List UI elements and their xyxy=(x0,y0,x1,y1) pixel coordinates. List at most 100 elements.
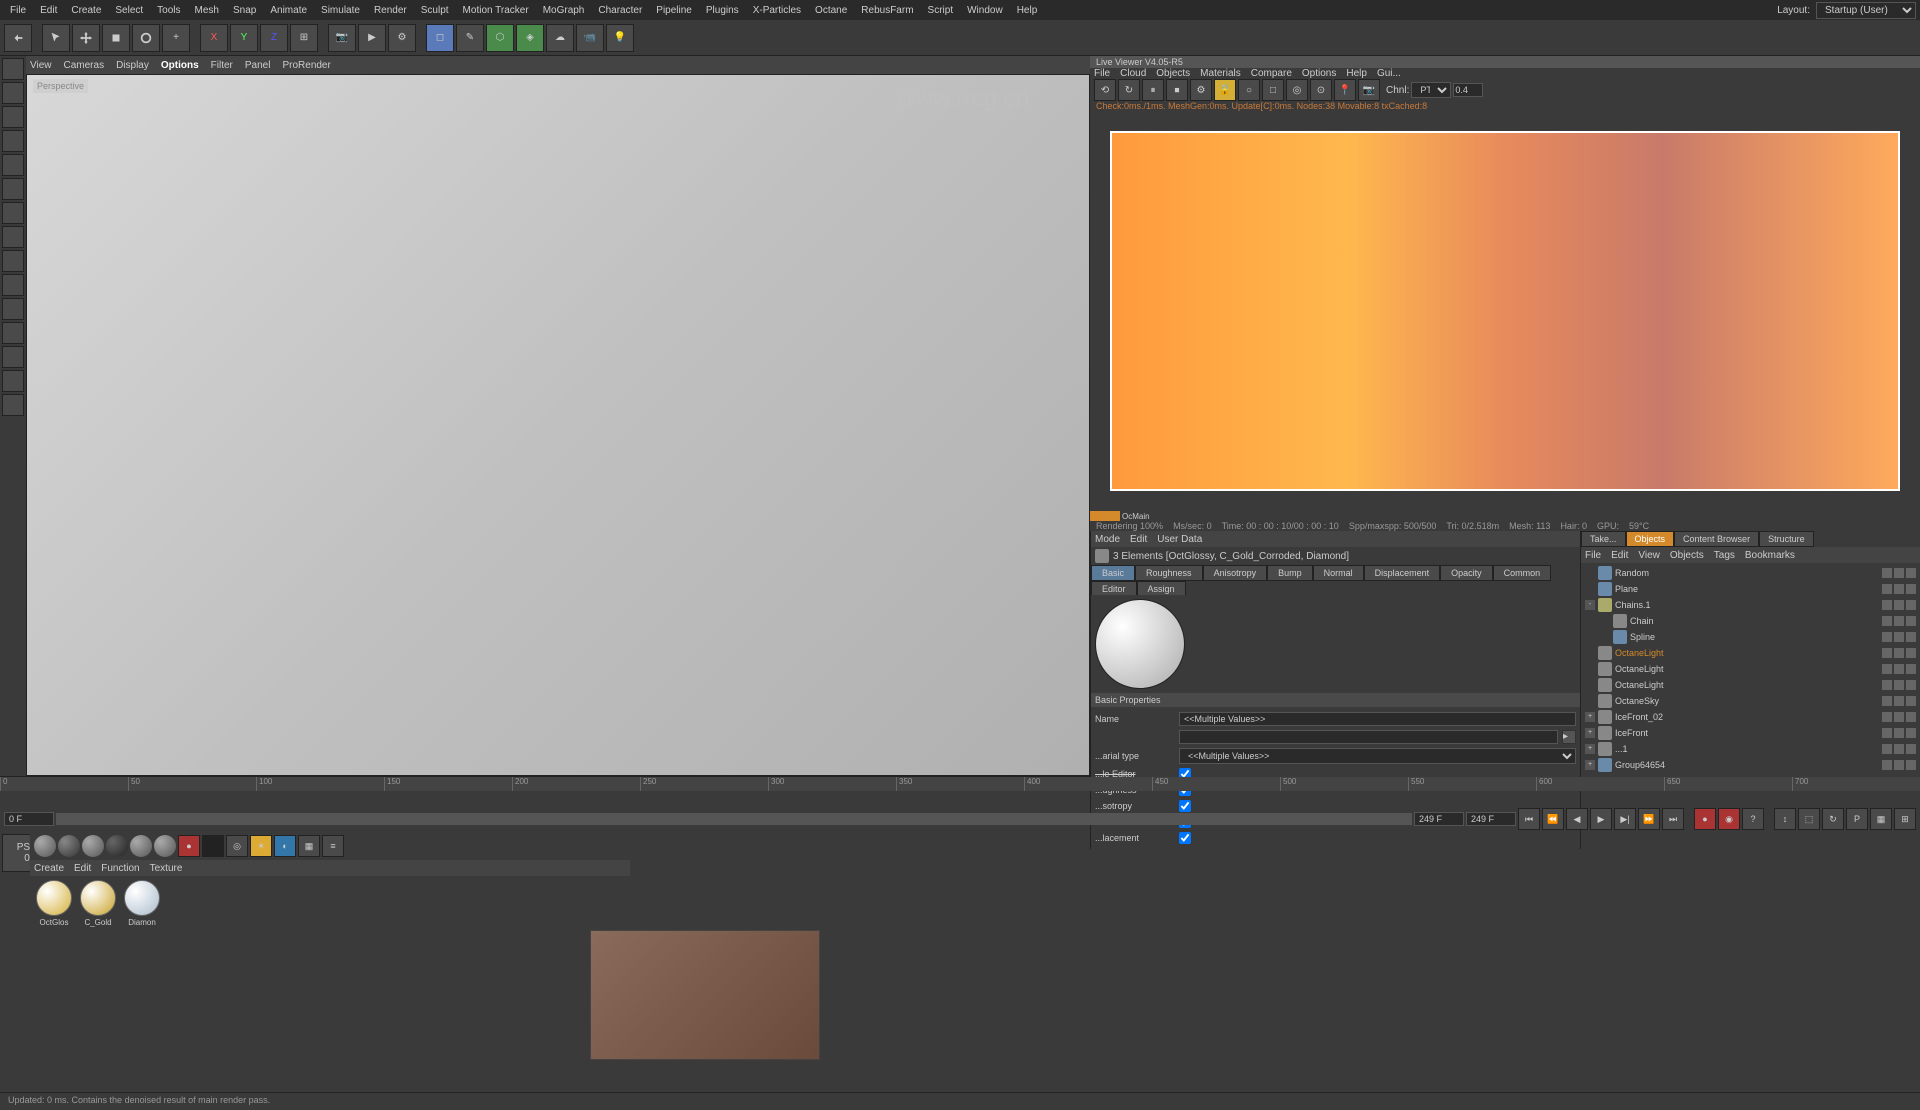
lv-camera-button[interactable]: 📷 xyxy=(1358,79,1380,101)
x-axis-button[interactable]: X xyxy=(200,24,228,52)
prev-frame-button[interactable]: ◀ xyxy=(1566,808,1588,830)
scale-tool[interactable] xyxy=(102,24,130,52)
lock-mode[interactable] xyxy=(2,370,24,392)
spline-button[interactable]: ✎ xyxy=(456,24,484,52)
tree-item[interactable]: Spline xyxy=(1583,629,1918,645)
object-tag[interactable] xyxy=(1906,584,1916,594)
tree-expand-toggle[interactable]: - xyxy=(1585,600,1595,610)
lv-lock-button[interactable]: 🔒 xyxy=(1214,79,1236,101)
menu-edit[interactable]: Edit xyxy=(34,3,63,18)
om-menu-view[interactable]: View xyxy=(1638,550,1660,561)
om-menu-bookmarks[interactable]: Bookmarks xyxy=(1745,550,1795,561)
start-frame-input[interactable] xyxy=(4,812,54,826)
move-tool[interactable] xyxy=(72,24,100,52)
menu-help[interactable]: Help xyxy=(1011,3,1044,18)
vp-menu-prorender[interactable]: ProRender xyxy=(282,60,330,71)
attr-menu-userdata[interactable]: User Data xyxy=(1157,534,1202,545)
object-tag[interactable] xyxy=(1906,664,1916,674)
lv-restart-button[interactable]: ⟲ xyxy=(1094,79,1116,101)
mat-black-button[interactable] xyxy=(202,835,224,857)
tab-bump[interactable]: Bump xyxy=(1267,565,1313,581)
object-tag[interactable] xyxy=(1882,712,1892,722)
object-tag[interactable] xyxy=(1882,728,1892,738)
undo-button[interactable] xyxy=(4,24,32,52)
key-scale-button[interactable]: ⬚ xyxy=(1798,808,1820,830)
goto-end-button[interactable]: ⏭ xyxy=(1662,808,1684,830)
prop-color-picker[interactable]: ▸ xyxy=(1562,730,1576,744)
menu-tools[interactable]: Tools xyxy=(151,3,186,18)
mat-preset-3[interactable] xyxy=(82,835,104,857)
vp-menu-options[interactable]: Options xyxy=(161,60,199,71)
om-menu-tags[interactable]: Tags xyxy=(1714,550,1735,561)
object-tag[interactable] xyxy=(1906,728,1916,738)
keyframe-help-button[interactable]: ? xyxy=(1742,808,1764,830)
end-frame-input[interactable] xyxy=(1414,812,1464,826)
deformer-button[interactable]: ◈ xyxy=(516,24,544,52)
object-tag[interactable] xyxy=(1894,760,1904,770)
menu-mograph[interactable]: MoGraph xyxy=(537,3,591,18)
lv-menu-objects[interactable]: Objects xyxy=(1156,68,1190,79)
play-button[interactable]: ▶ xyxy=(1590,808,1612,830)
mat-circle-button[interactable]: ◎ xyxy=(226,835,248,857)
record-button[interactable]: ● xyxy=(1694,808,1716,830)
object-tag[interactable] xyxy=(1894,680,1904,690)
prop-aniso-check[interactable] xyxy=(1179,800,1191,812)
mat-preset-6[interactable] xyxy=(154,835,176,857)
vp-menu-cameras[interactable]: Cameras xyxy=(64,60,105,71)
tree-expand-toggle[interactable]: + xyxy=(1585,712,1595,722)
key-pla-button[interactable]: ▦ xyxy=(1870,808,1892,830)
snap-mode[interactable] xyxy=(2,274,24,296)
object-tag[interactable] xyxy=(1906,648,1916,658)
mat-list-button[interactable]: ≡ xyxy=(322,835,344,857)
lv-menu-options[interactable]: Options xyxy=(1302,68,1336,79)
menu-file[interactable]: File xyxy=(4,3,32,18)
lv-pause-button[interactable]: ⏸ xyxy=(1142,79,1164,101)
tree-item[interactable]: OctaneSky xyxy=(1583,693,1918,709)
lv-region-button[interactable]: □ xyxy=(1262,79,1284,101)
tab-displacement[interactable]: Displacement xyxy=(1364,565,1441,581)
tree-item[interactable]: -Chains.1 xyxy=(1583,597,1918,613)
mat-preset-4[interactable] xyxy=(106,835,128,857)
lv-menu-compare[interactable]: Compare xyxy=(1251,68,1292,79)
menu-pipeline[interactable]: Pipeline xyxy=(650,3,698,18)
object-tag[interactable] xyxy=(1882,632,1892,642)
object-tag[interactable] xyxy=(1882,584,1892,594)
lv-clay-button[interactable]: ○ xyxy=(1238,79,1260,101)
menu-select[interactable]: Select xyxy=(109,3,149,18)
object-tag[interactable] xyxy=(1894,632,1904,642)
om-tab-content[interactable]: Content Browser xyxy=(1674,531,1759,547)
om-tab-takes[interactable]: Take... xyxy=(1581,531,1626,547)
object-tag[interactable] xyxy=(1894,712,1904,722)
tab-normal[interactable]: Normal xyxy=(1313,565,1364,581)
lv-menu-file[interactable]: File xyxy=(1094,68,1110,79)
menu-plugins[interactable]: Plugins xyxy=(700,3,745,18)
lasso-tool[interactable]: + xyxy=(162,24,190,52)
prop-color-field[interactable] xyxy=(1179,730,1558,744)
model-mode[interactable] xyxy=(2,58,24,80)
menu-rebusfarm[interactable]: RebusFarm xyxy=(855,3,919,18)
menu-render[interactable]: Render xyxy=(368,3,413,18)
material-item[interactable]: OctGlos xyxy=(34,880,74,927)
current-frame-input[interactable] xyxy=(1466,812,1516,826)
soft-selection[interactable] xyxy=(2,298,24,320)
object-tag[interactable] xyxy=(1882,616,1892,626)
viewport-solo[interactable] xyxy=(2,346,24,368)
object-tag[interactable] xyxy=(1894,744,1904,754)
tree-item[interactable]: +IceFront xyxy=(1583,725,1918,741)
menu-animate[interactable]: Animate xyxy=(264,3,313,18)
object-tag[interactable] xyxy=(1882,680,1892,690)
object-tag[interactable] xyxy=(1882,664,1892,674)
mat-menu-create[interactable]: Create xyxy=(34,863,64,874)
object-tag[interactable] xyxy=(1894,568,1904,578)
select-tool[interactable] xyxy=(42,24,70,52)
object-tag[interactable] xyxy=(1894,696,1904,706)
mat-preset-1[interactable] xyxy=(34,835,56,857)
object-tag[interactable] xyxy=(1882,696,1892,706)
menu-xparticles[interactable]: X-Particles xyxy=(747,3,807,18)
vp-menu-display[interactable]: Display xyxy=(116,60,149,71)
mat-menu-texture[interactable]: Texture xyxy=(150,863,183,874)
vp-menu-filter[interactable]: Filter xyxy=(211,60,233,71)
object-tag[interactable] xyxy=(1906,600,1916,610)
vp-menu-view[interactable]: View xyxy=(30,60,52,71)
next-key-button[interactable]: ⏩ xyxy=(1638,808,1660,830)
